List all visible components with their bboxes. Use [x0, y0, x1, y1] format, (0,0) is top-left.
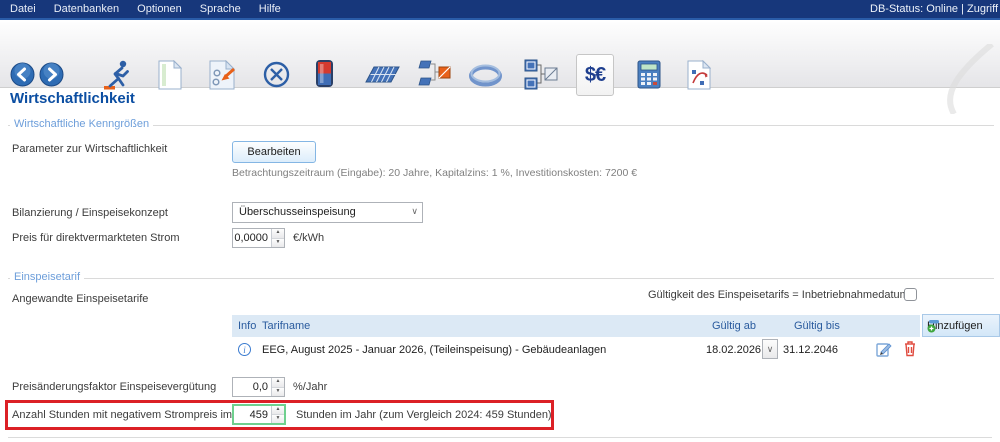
price-change-value: 0,0 — [233, 378, 271, 396]
direktvermarktung-label: Preis für direktvermarkteten Strom — [12, 232, 180, 244]
col-tarifname: Tarifname — [262, 320, 310, 332]
negative-hours-input[interactable]: 459 ▲ ▼ — [232, 404, 286, 425]
valid-from-dropdown[interactable]: ∨ — [762, 339, 778, 359]
menu-datenbanken[interactable]: Datenbanken — [54, 3, 119, 15]
negative-hours-unit-text: Stunden im Jahr (zum Vergleich 2024: 459… — [296, 409, 552, 421]
edit-button[interactable]: Bearbeiten — [232, 141, 316, 163]
bilanzierung-value: Überschusseinspeisung — [239, 206, 356, 218]
chevron-down-icon: ∨ — [411, 206, 418, 217]
db-status-text: DB-Status: Online | Zugriff — [870, 3, 998, 15]
menu-bar: Datei Datenbanken Optionen Sprache Hilfe… — [0, 0, 1000, 20]
applied-tariffs-label: Angewandte Einspeisetarife — [12, 293, 148, 305]
valid-from-value: 18.02.2026 — [706, 344, 761, 356]
col-gueltig-bis: Gültig bis — [794, 320, 840, 332]
parameter-summary: Betrachtungszeitraum (Eingabe): 20 Jahre… — [232, 167, 637, 179]
module-inverter-icon[interactable] — [418, 59, 451, 89]
col-gueltig-ab: Gültig ab — [712, 320, 756, 332]
spin-down-icon[interactable]: ▼ — [272, 238, 284, 248]
page-title: Wirtschaftlichkeit — [10, 90, 135, 107]
spinner-buttons[interactable]: ▲ ▼ — [271, 378, 284, 396]
decorative-swoosh — [928, 44, 1000, 114]
validity-checkbox[interactable] — [904, 288, 917, 301]
direktvermarktung-input[interactable]: 0,0000 ▲ ▼ — [232, 228, 285, 248]
price-change-label: Preisänderungsfaktor Einspeisevergütung — [12, 381, 216, 393]
app-window: Datei Datenbanken Optionen Sprache Hilfe… — [0, 0, 1000, 442]
run-project-icon[interactable] — [102, 58, 133, 91]
spin-up-icon[interactable]: ▲ — [272, 229, 284, 238]
direktvermarktung-unit: €/kWh — [293, 232, 324, 244]
group-kenngroessen-legend: Wirtschaftliche Kenngrößen — [10, 118, 153, 130]
economics-icon[interactable]: $€ — [576, 54, 614, 96]
valid-until-value: 31.12.2046 — [783, 344, 838, 356]
validity-checkbox-label: Gültigkeit des Einspeisetarifs = Inbetri… — [648, 289, 898, 301]
spin-up-icon[interactable]: ▲ — [272, 378, 284, 387]
negative-hours-label: Anzahl Stunden mit negativem Strompreis … — [12, 409, 257, 421]
info-icon[interactable]: i — [238, 343, 251, 356]
tariff-name: EEG, August 2025 - Januar 2026, (Teilein… — [262, 344, 606, 356]
delete-icon[interactable] — [903, 340, 917, 357]
add-list-icon — [927, 319, 940, 333]
spin-up-icon[interactable]: ▲ — [272, 406, 284, 414]
group-einspeisetarif: Einspeisetarif — [8, 278, 994, 279]
bilanzierung-select[interactable]: Überschusseinspeisung ∨ — [232, 202, 423, 223]
spinner-buttons[interactable]: ▲ ▼ — [271, 406, 284, 423]
add-tariff-button[interactable]: Hinzufügen — [922, 314, 1000, 337]
back-icon[interactable] — [10, 62, 35, 87]
tariff-table-header: Info Tarifname Gültig ab Gültig bis — [232, 315, 920, 337]
import-document-icon[interactable] — [209, 60, 236, 90]
menu-hilfe[interactable]: Hilfe — [259, 3, 281, 15]
bottom-divider — [8, 437, 992, 438]
group-einspeisetarif-legend: Einspeisetarif — [10, 271, 84, 283]
menu-datei[interactable]: Datei — [10, 3, 36, 15]
price-change-input[interactable]: 0,0 ▲ ▼ — [232, 377, 285, 397]
direktvermarktung-value: 0,0000 — [233, 229, 271, 247]
cabling-icon[interactable] — [467, 62, 504, 89]
menu-optionen[interactable]: Optionen — [137, 3, 182, 15]
col-info: Info — [238, 320, 256, 332]
group-kenngroessen: Wirtschaftliche Kenngrößen — [8, 125, 994, 126]
pv-module-icon[interactable] — [365, 64, 401, 86]
system-check-icon[interactable] — [524, 59, 558, 90]
price-change-unit: %/Jahr — [293, 381, 327, 393]
toolbar: $€ — [0, 22, 1000, 88]
parameter-label: Parameter zur Wirtschaftlichkeit — [12, 143, 167, 155]
negative-hours-value: 459 — [234, 406, 271, 423]
new-document-icon[interactable] — [158, 60, 182, 90]
spin-down-icon[interactable]: ▼ — [272, 387, 284, 397]
battery-icon[interactable] — [314, 58, 335, 89]
cancel-icon[interactable] — [263, 61, 290, 88]
bilanzierung-label: Bilanzierung / Einspeisekonzept — [12, 207, 168, 219]
spin-down-icon[interactable]: ▼ — [272, 414, 284, 423]
forward-icon[interactable] — [39, 62, 64, 87]
menu-sprache[interactable]: Sprache — [200, 3, 241, 15]
curve-report-icon[interactable] — [687, 60, 711, 90]
calculator-icon[interactable] — [637, 60, 661, 89]
spinner-buttons[interactable]: ▲ ▼ — [271, 229, 284, 247]
edit-icon[interactable] — [876, 341, 892, 357]
